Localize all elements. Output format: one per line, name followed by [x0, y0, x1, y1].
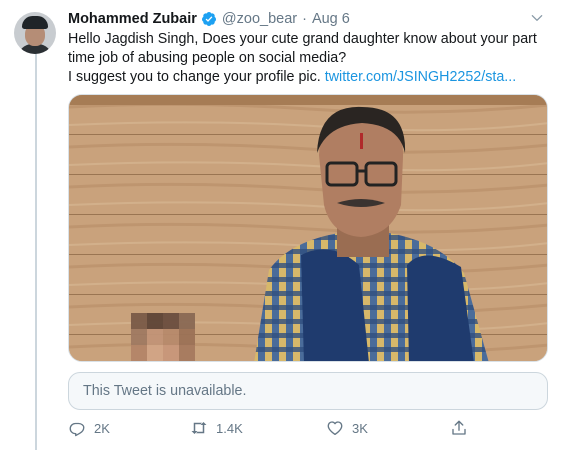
- retweet-icon: [191, 422, 207, 434]
- reply-count: 2K: [94, 420, 110, 436]
- reply-button[interactable]: 2K: [68, 418, 110, 438]
- like-count: 3K: [352, 420, 368, 436]
- share-button[interactable]: [450, 418, 476, 438]
- tweet-actions: 2K 1.4K 3K: [68, 418, 468, 438]
- share-icon: [452, 420, 466, 435]
- quoted-tweet-unavailable: This Tweet is unavailable.: [68, 372, 548, 410]
- author-handle[interactable]: @zoo_bear: [222, 11, 297, 27]
- tweet-photo[interactable]: [68, 94, 548, 362]
- tweet-text: Hello Jagdish Singh, Does your cute gran…: [68, 30, 548, 87]
- tweet-text-line-3: I suggest you to change your profile pic…: [68, 68, 548, 87]
- tweet-header: Mohammed Zubair @zoo_bear · Aug 6: [68, 9, 548, 29]
- photo-image: [69, 95, 547, 361]
- author-name[interactable]: Mohammed Zubair: [68, 11, 197, 27]
- heart-icon: [327, 421, 343, 436]
- retweet-button[interactable]: 1.4K: [190, 418, 243, 438]
- reply-icon: [69, 422, 85, 437]
- tweet-text-line-1: Hello Jagdish Singh, Does your cute gran…: [68, 31, 537, 47]
- tweet-date[interactable]: Aug 6: [312, 11, 350, 27]
- avatar[interactable]: [14, 12, 56, 54]
- tweet-link[interactable]: twitter.com/JSINGH2252/sta...: [325, 69, 517, 85]
- chevron-down-icon[interactable]: [530, 11, 544, 25]
- like-button[interactable]: 3K: [326, 418, 368, 438]
- retweet-count: 1.4K: [216, 420, 243, 436]
- verified-badge-icon: [201, 11, 217, 27]
- quoted-tweet-notice: This Tweet is unavailable.: [83, 383, 247, 399]
- tweet-text-line-2: time job of abusing people on social med…: [68, 50, 347, 66]
- tweet-text-line-3-text: I suggest you to change your profile pic…: [68, 69, 321, 85]
- thread-line: [35, 52, 37, 450]
- separator-dot: ·: [302, 11, 307, 27]
